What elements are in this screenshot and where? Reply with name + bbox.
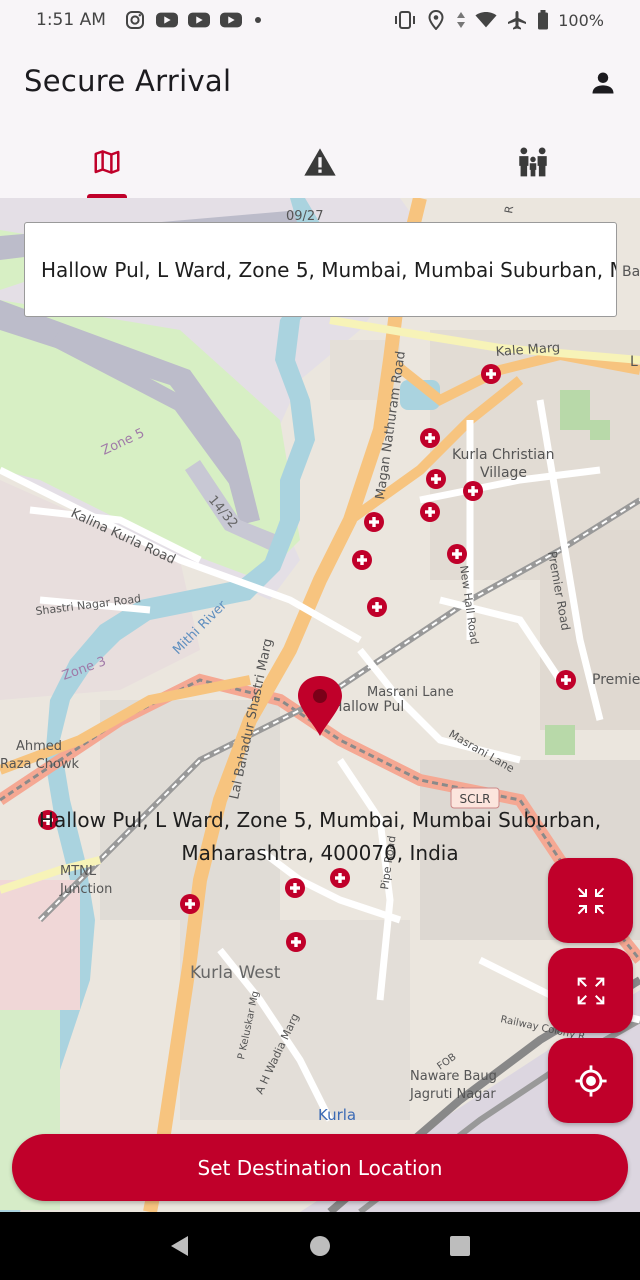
hospital-icon xyxy=(426,469,446,489)
hospital-icon xyxy=(463,481,483,501)
hospital-icon xyxy=(367,597,387,617)
tab-alerts[interactable] xyxy=(213,126,426,198)
notification-icons xyxy=(124,11,264,29)
map-label: Naware Baug xyxy=(410,1069,497,1084)
map-label: Kurla West xyxy=(190,963,281,983)
map-label: Raza Chowk xyxy=(0,757,80,772)
hospital-icon xyxy=(364,512,384,532)
map-label: Premie xyxy=(592,672,640,688)
wifi-icon xyxy=(475,11,497,29)
set-destination-button[interactable]: Set Destination Location xyxy=(12,1134,628,1201)
location-icon xyxy=(425,10,447,30)
home-icon xyxy=(310,1236,330,1256)
hospital-icon xyxy=(330,868,350,888)
airplane-icon xyxy=(506,11,528,30)
vibrate-icon xyxy=(394,11,416,29)
hospital-icon xyxy=(180,894,200,914)
data-arrows-icon xyxy=(456,11,466,29)
hospital-icon xyxy=(481,364,501,384)
map-label: Ba xyxy=(622,264,640,280)
map-view[interactable]: 09/27 Kale Marg Magan Nathuram Road Kurl… xyxy=(0,198,640,1212)
app-bar: Secure Arrival xyxy=(0,40,640,126)
tab-map[interactable] xyxy=(0,126,213,198)
map-label: Junction xyxy=(59,882,112,897)
map-label: Masrani Lane xyxy=(367,685,454,700)
search-input[interactable]: Hallow Pul, L Ward, Zone 5, Mumbai, Mumb… xyxy=(24,222,617,317)
hospital-icon xyxy=(286,932,306,952)
youtube-icon xyxy=(187,11,210,29)
map-label: Jagruti Nagar xyxy=(409,1087,496,1102)
system-nav-bar xyxy=(0,1212,640,1280)
map-label: Village xyxy=(480,465,527,481)
search-input-value: Hallow Pul, L Ward, Zone 5, Mumbai, Mumb… xyxy=(41,257,616,282)
hospital-icon xyxy=(556,670,576,690)
zoom-out-button[interactable] xyxy=(548,858,633,943)
recents-button[interactable] xyxy=(440,1226,480,1266)
profile-button[interactable] xyxy=(586,66,620,100)
zoom-in-button[interactable] xyxy=(548,948,633,1033)
status-bar: 1:51 AM 100% xyxy=(0,0,640,40)
collapse-arrows-icon xyxy=(577,887,604,914)
map-label: Kurla xyxy=(318,1106,356,1124)
page-title: Secure Arrival xyxy=(24,64,232,98)
person-icon xyxy=(592,72,614,94)
family-icon xyxy=(519,147,548,177)
my-location-button[interactable] xyxy=(548,1038,633,1123)
instagram-icon xyxy=(124,11,146,29)
map-label: Hallow Pul xyxy=(332,699,404,715)
hospital-icon xyxy=(447,544,467,564)
system-icons: 100% xyxy=(394,0,604,40)
hospital-icon xyxy=(352,550,372,570)
recents-icon xyxy=(450,1236,470,1256)
pin-address-label: Hallow Pul, L Ward, Zone 5, Mumbai, Mumb… xyxy=(38,808,602,865)
youtube-icon xyxy=(155,11,178,29)
youtube-icon xyxy=(219,11,242,29)
hospital-icon xyxy=(285,878,305,898)
my-location-icon xyxy=(574,1064,607,1097)
back-icon xyxy=(171,1236,188,1256)
map-label: L xyxy=(630,354,638,370)
battery-icon xyxy=(537,10,549,30)
dot-icon xyxy=(252,11,264,29)
battery-percent: 100% xyxy=(558,10,604,30)
tab-bar xyxy=(0,126,640,198)
expand-arrows-icon xyxy=(577,977,604,1004)
hospital-icon xyxy=(420,428,440,448)
map-label: Kurla Christian xyxy=(452,447,554,463)
status-time: 1:51 AM xyxy=(36,10,106,30)
warning-icon xyxy=(304,148,336,176)
map-canvas: 09/27 Kale Marg Magan Nathuram Road Kurl… xyxy=(0,198,640,1212)
back-button[interactable] xyxy=(160,1226,200,1266)
home-button[interactable] xyxy=(300,1226,340,1266)
map-icon xyxy=(94,150,120,174)
tab-family[interactable] xyxy=(427,126,640,198)
map-label: Ahmed xyxy=(16,739,62,754)
hospital-icon xyxy=(420,502,440,522)
